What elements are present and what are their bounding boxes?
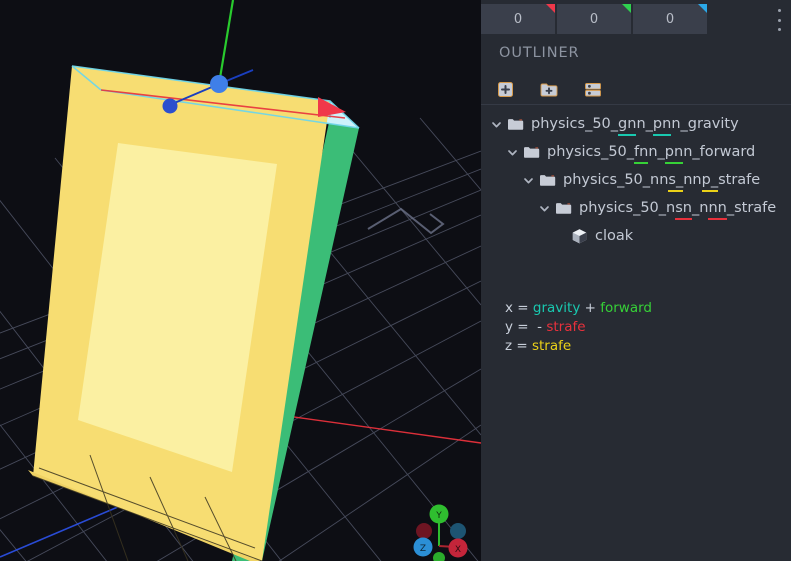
chevron-down-icon[interactable] xyxy=(537,201,551,215)
folder-icon xyxy=(506,115,524,133)
3d-viewport[interactable]: Y Z X xyxy=(0,0,481,561)
gizmo-y-axis xyxy=(217,0,235,85)
axis-color-corner xyxy=(546,4,555,13)
orientation-gizmo[interactable]: Y Z X xyxy=(396,500,481,561)
gizmo-neg-z-dot xyxy=(450,523,466,539)
tree-row[interactable]: physics_50_nsn_nnn_strafe xyxy=(481,194,791,222)
gizmo-secondary-handle xyxy=(162,98,178,114)
chevron-down-icon[interactable] xyxy=(505,145,519,159)
expression-token: z = xyxy=(505,338,532,354)
cloak-mesh[interactable] xyxy=(0,0,481,561)
expression-token: strafe xyxy=(531,338,572,354)
tree-row[interactable]: physics_50_nns_nnp_strafe xyxy=(481,166,791,194)
expression-token: strafe xyxy=(546,319,586,335)
expression-token: + xyxy=(580,300,601,316)
tree-row[interactable]: physics_50_gnn_pnn_gravity xyxy=(481,110,791,138)
folder-icon xyxy=(538,171,556,189)
tree-row[interactable]: cloak xyxy=(481,222,791,250)
x-value-field[interactable]: 0 xyxy=(481,4,555,34)
kebab-menu-icon[interactable] xyxy=(772,8,786,32)
outliner-toolbar xyxy=(493,78,605,100)
tree-node-label: cloak xyxy=(595,228,634,244)
gizmo-neg-x-dot xyxy=(416,523,432,539)
expression-token: y = - xyxy=(505,319,547,335)
expression-token: forward xyxy=(600,300,652,316)
outliner-title: OUTLINER xyxy=(499,45,580,61)
gizmo-neg-y-dot xyxy=(433,552,445,561)
cube-icon xyxy=(570,227,588,245)
y-value-field[interactable]: 0 xyxy=(557,4,631,34)
axis-color-corner xyxy=(622,4,631,13)
outliner-panel: 000 OUTLINER physics_50_gnn_pnn_gravity … xyxy=(481,0,791,561)
value-text: 0 xyxy=(665,11,675,27)
transform-value-row: 0 0 0 xyxy=(481,4,707,34)
svg-text:Z: Z xyxy=(420,544,426,554)
svg-text:Y: Y xyxy=(435,511,442,521)
folder-icon xyxy=(522,143,540,161)
z-value-field[interactable]: 0 xyxy=(633,4,707,34)
svg-text:X: X xyxy=(455,545,461,555)
list-settings-button[interactable] xyxy=(581,78,605,100)
add-folder-button[interactable] xyxy=(537,78,561,100)
chevron-down-icon[interactable] xyxy=(489,117,503,131)
gizmo-center-handle xyxy=(210,75,228,93)
panel-divider xyxy=(481,104,791,105)
expression-line-y: y = - strafe xyxy=(505,318,652,337)
expression-token: x = xyxy=(505,300,533,316)
expression-block: x = gravity + forward y = - strafe z = str… xyxy=(505,299,652,356)
expression-line-x: x = gravity + forward xyxy=(505,299,652,318)
folder-icon xyxy=(554,199,572,217)
axis-color-corner xyxy=(698,4,707,13)
outliner-tree: physics_50_gnn_pnn_gravity physics_50_fnn… xyxy=(481,110,791,250)
expression-line-z: z = strafe xyxy=(505,337,652,356)
expression-token: gravity xyxy=(532,300,581,316)
tree-row[interactable]: physics_50_fnn_pnn_forward xyxy=(481,138,791,166)
add-node-button[interactable] xyxy=(493,78,517,100)
tree-node-label: physics_50_gnn_pnn_gravity xyxy=(531,116,739,132)
tree-node-label: physics_50_nsn_nnn_strafe xyxy=(579,200,777,216)
tree-node-label: physics_50_nns_nnp_strafe xyxy=(563,172,761,188)
chevron-down-icon[interactable] xyxy=(521,173,535,187)
value-text: 0 xyxy=(589,11,599,27)
tree-node-label: physics_50_fnn_pnn_forward xyxy=(547,144,756,160)
value-text: 0 xyxy=(513,11,523,27)
